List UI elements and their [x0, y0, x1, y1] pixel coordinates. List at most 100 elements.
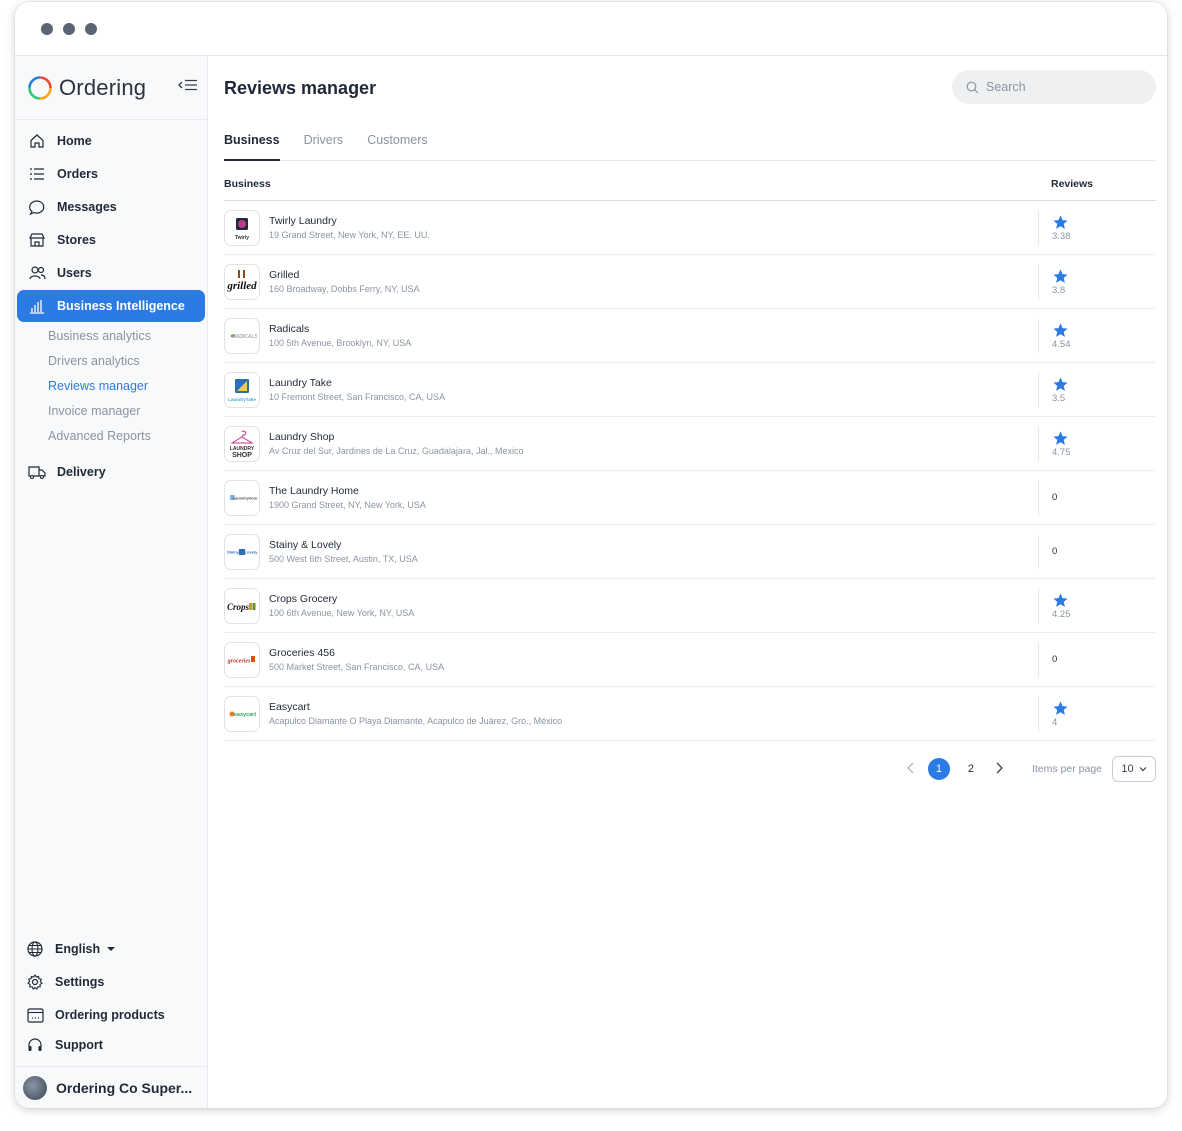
next-page-button[interactable]: [992, 761, 1006, 777]
tab-customers[interactable]: Customers: [367, 131, 427, 161]
sidebar: Ordering Home Orders Messages Stores Use…: [15, 56, 208, 1108]
business-logo: RADICALS: [224, 317, 260, 354]
sidebar-item-label: Delivery: [57, 465, 106, 479]
review-cell: 3.8: [1038, 264, 1156, 299]
table-row[interactable]: groceries Groceries 456 500 Market Stree…: [224, 633, 1156, 687]
svg-text:Crops: Crops: [227, 602, 249, 612]
business-name: Crops Grocery: [269, 593, 338, 605]
products-icon: [26, 1007, 44, 1023]
search-icon: [966, 81, 979, 93]
window-titlebar: [15, 2, 1167, 56]
review-cell: 3.38: [1038, 210, 1156, 245]
rating-value: 4.75: [1052, 446, 1071, 458]
table-row[interactable]: grilled Grilled 160 Broadway, Dobbs Ferr…: [224, 255, 1156, 309]
home-icon: [30, 134, 44, 148]
headset-icon: [28, 1038, 42, 1051]
column-header-reviews: Reviews: [1051, 178, 1094, 190]
window-close-dot[interactable]: [41, 22, 53, 35]
table-row[interactable]: LaundryTake Laundry Take 10 Fremont Stre…: [224, 363, 1156, 417]
rating-value: 0: [1052, 654, 1058, 665]
star-icon: [1053, 592, 1068, 607]
sidebar-item-home[interactable]: Home: [17, 125, 205, 157]
sidebar-subitem-reviews-manager[interactable]: Reviews manager: [15, 373, 207, 398]
sidebar-subitem-business-analytics[interactable]: Business analytics: [15, 323, 207, 348]
table-row[interactable]: RADICALS Radicals 100 5th Avenue, Brookl…: [224, 309, 1156, 363]
business-address: Av Cruz del Sur, Jardines de La Cruz, Gu…: [269, 446, 524, 456]
business-logo: Stainy Lovely: [224, 533, 260, 570]
sidebar-item-delivery[interactable]: Delivery: [17, 456, 205, 488]
sidebar-item-orders[interactable]: Orders: [17, 158, 205, 190]
svg-text:groceries: groceries: [227, 658, 251, 664]
sidebar-item-users[interactable]: Users: [17, 257, 205, 289]
products-label: Ordering products: [55, 1008, 165, 1022]
table-row[interactable]: easycart Easycart Acapulco Diamante O Pl…: [224, 687, 1156, 741]
business-logo: LaundryTake: [224, 371, 260, 408]
brand-name: Ordering: [59, 74, 147, 100]
svg-text:RADICALS: RADICALS: [232, 334, 257, 340]
svg-text:Stainy: Stainy: [227, 549, 240, 554]
svg-text:Lovely: Lovely: [245, 549, 257, 554]
items-per-page-select[interactable]: 10: [1112, 756, 1156, 782]
rating-value: 4.25: [1052, 608, 1071, 620]
sidebar-bottom: English Settings Ordering products Suppo…: [15, 934, 207, 1108]
business-name: The Laundry Home: [269, 485, 359, 497]
star-icon: [1053, 430, 1068, 445]
business-logo: LaundryHome: [224, 479, 260, 516]
business-logo: easycart: [224, 695, 260, 732]
table-row[interactable]: Crops Crops Grocery 100 6th Avenue, New …: [224, 579, 1156, 633]
sidebar-item-label: Users: [57, 266, 92, 280]
table-row[interactable]: LaundryHome The Laundry Home 1900 Grand …: [224, 471, 1156, 525]
business-address: 160 Broadway, Dobbs Ferry, NY, USA: [269, 284, 420, 294]
prev-page-button[interactable]: [904, 761, 918, 777]
window-maximize-dot[interactable]: [85, 22, 97, 35]
sidebar-item-messages[interactable]: Messages: [17, 191, 205, 223]
star-icon: [1053, 376, 1068, 391]
chevron-right-icon: [996, 762, 1003, 774]
search-box[interactable]: [952, 70, 1156, 104]
truck-icon: [28, 466, 46, 480]
sidebar-item-stores[interactable]: Stores: [17, 224, 205, 256]
sidebar-item-business-intelligence[interactable]: Business Intelligence: [17, 290, 205, 322]
list-icon: [30, 168, 44, 180]
collapse-sidebar-button[interactable]: [177, 78, 199, 97]
sidebar-subitem-drivers-analytics[interactable]: Drivers analytics: [15, 348, 207, 373]
rating-value: 0: [1052, 546, 1058, 557]
support-link[interactable]: Support: [15, 1030, 207, 1060]
business-name: Easycart: [269, 701, 310, 713]
business-name: Radicals: [269, 323, 310, 335]
table-row[interactable]: Stainy Lovely Stainy & Lovely 500 West 6t…: [224, 525, 1156, 579]
business-name: Stainy & Lovely: [269, 539, 342, 551]
review-cell: 4.54: [1038, 318, 1156, 353]
items-per-page-value: 10: [1121, 763, 1134, 775]
tab-drivers[interactable]: Drivers: [304, 131, 344, 161]
window-minimize-dot[interactable]: [63, 22, 75, 35]
review-cell: 0: [1038, 534, 1156, 569]
language-selector[interactable]: English: [15, 934, 207, 964]
business-name: Twirly Laundry: [269, 215, 337, 227]
rating-value: 4.54: [1052, 338, 1071, 350]
rating-value: 3.38: [1052, 230, 1071, 242]
sidebar-nav: Home Orders Messages Stores Users Busine…: [15, 120, 207, 488]
page-1-button[interactable]: 1: [927, 758, 950, 780]
svg-text:SHOP: SHOP: [232, 452, 252, 459]
settings-link[interactable]: Settings: [15, 967, 207, 997]
table-row[interactable]: LAUNDRY SHOP Laundry Shop Av Cruz del Sur…: [224, 417, 1156, 471]
sidebar-subitem-advanced-reports[interactable]: Advanced Reports: [15, 423, 207, 448]
table-row[interactable]: Twirly Twirly Laundry 19 Grand Street, N…: [224, 201, 1156, 255]
user-profile[interactable]: Ordering Co Super...: [15, 1066, 207, 1108]
rating-value: 0: [1052, 492, 1058, 503]
business-name: Groceries 456: [269, 647, 335, 659]
svg-text:easycart: easycart: [234, 712, 256, 718]
tab-business[interactable]: Business: [224, 131, 280, 161]
ordering-products-link[interactable]: Ordering products: [15, 1000, 207, 1030]
rating-value: 3.5: [1052, 392, 1066, 404]
business-address: 500 Market Street, San Francisco, CA, US…: [269, 662, 445, 672]
sidebar-item-label: Messages: [57, 200, 117, 214]
settings-label: Settings: [55, 975, 105, 989]
search-input[interactable]: [986, 80, 1136, 94]
sidebar-item-label: Business Intelligence: [57, 299, 185, 313]
chat-icon: [28, 200, 44, 215]
business-name: Laundry Take: [269, 377, 332, 389]
page-2-button[interactable]: 2: [960, 758, 982, 780]
sidebar-subitem-invoice-manager[interactable]: Invoice manager: [15, 398, 207, 423]
